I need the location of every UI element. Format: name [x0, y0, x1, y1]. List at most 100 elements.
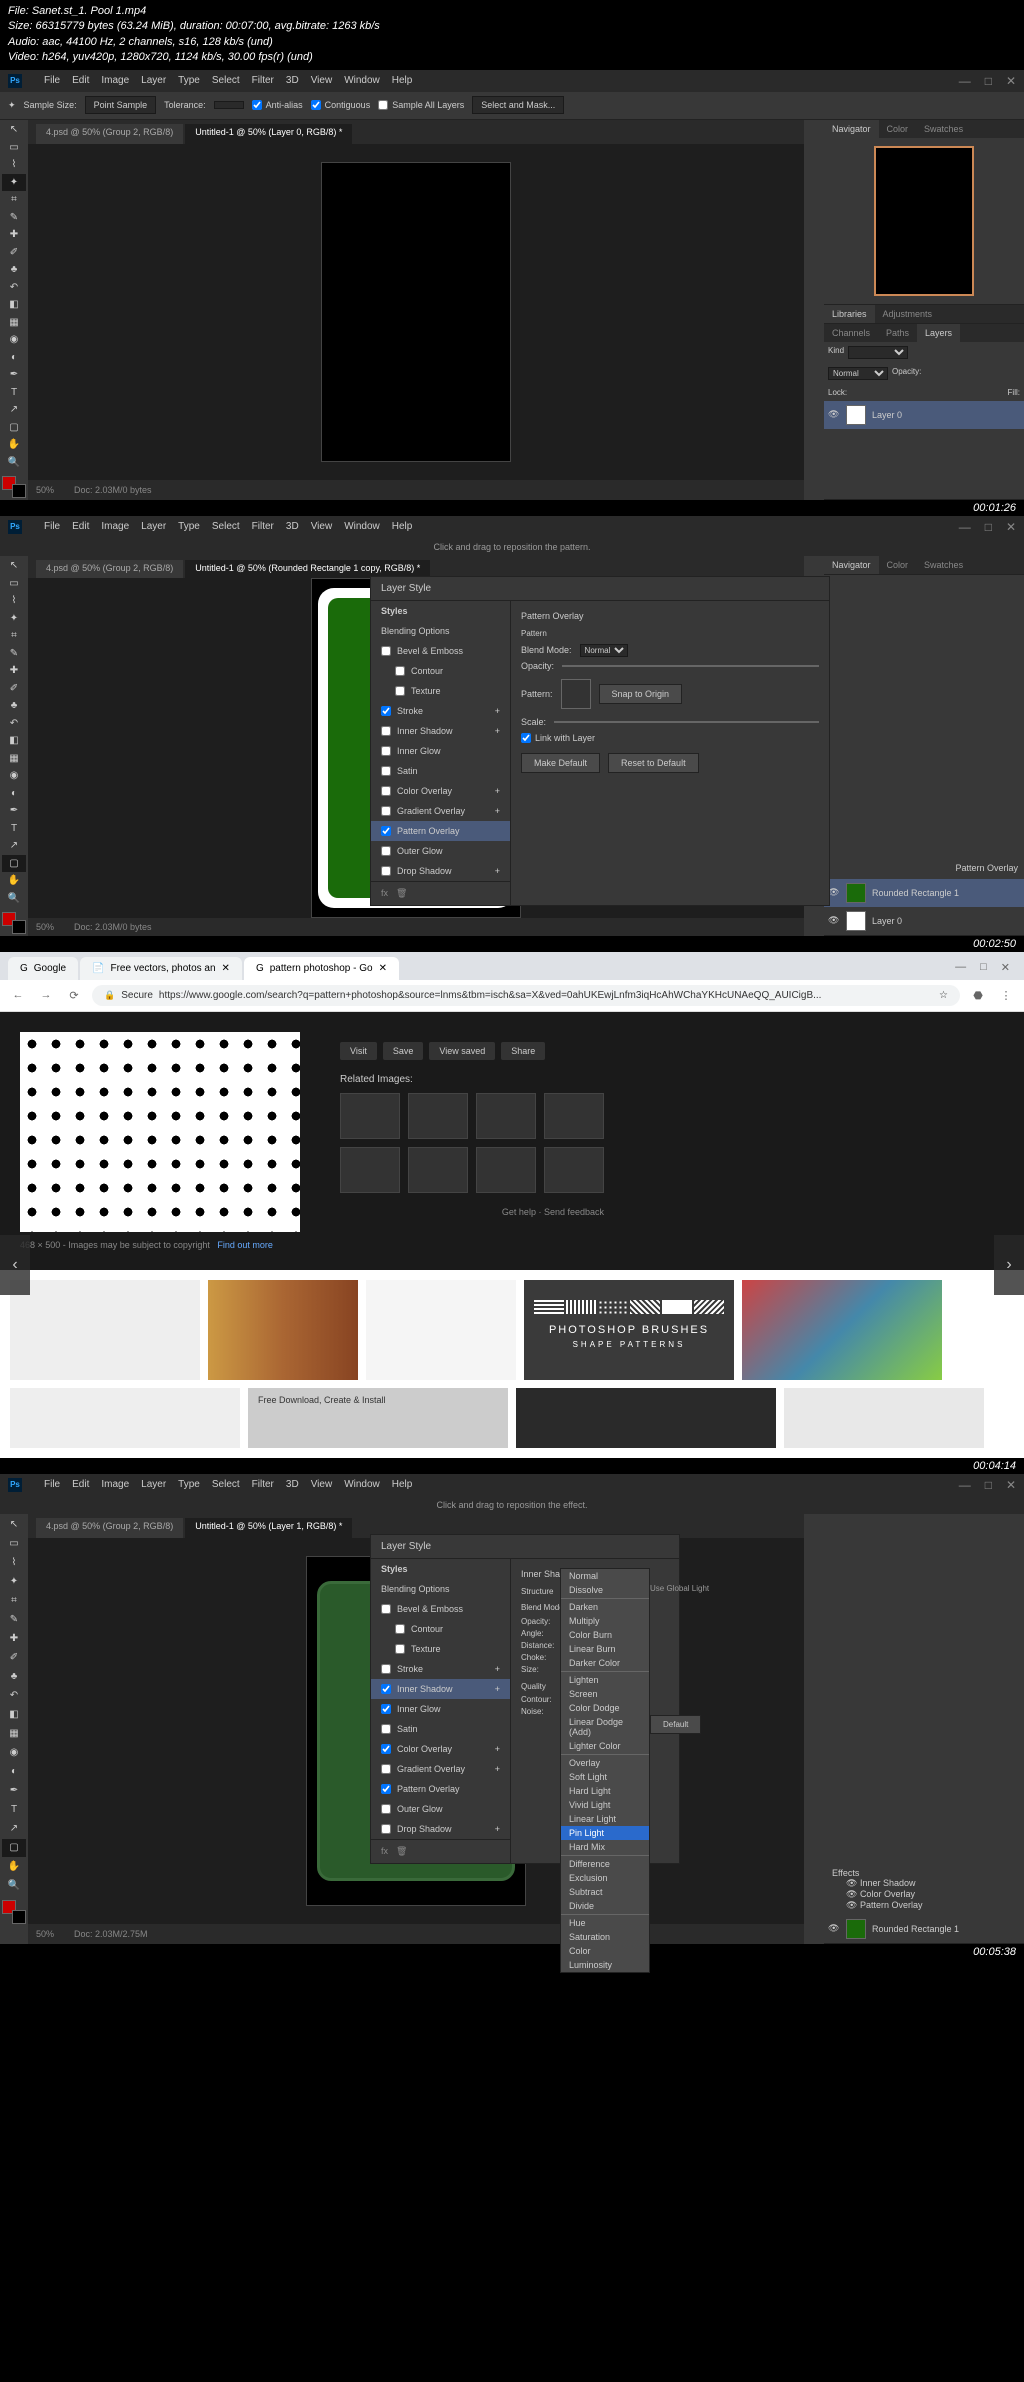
- lasso-tool[interactable]: ⌇: [2, 157, 26, 174]
- doc-tab-1[interactable]: 4.psd @ 50% (Group 2, RGB/8): [36, 124, 183, 144]
- color-swatches[interactable]: [2, 476, 26, 498]
- visibility-icon[interactable]: 👁: [828, 915, 840, 927]
- contour[interactable]: Contour: [371, 1619, 510, 1639]
- blend-mode-option[interactable]: Linear Burn: [561, 1642, 649, 1656]
- link-layer-checkbox[interactable]: Link with Layer: [521, 733, 819, 743]
- bevel-emboss[interactable]: Bevel & Emboss: [371, 641, 510, 661]
- minimize-icon[interactable]: —: [959, 74, 971, 88]
- inner-shadow[interactable]: Inner Shadow+: [371, 1679, 510, 1699]
- blend-mode-option[interactable]: Lighten: [561, 1673, 649, 1687]
- pen-tool[interactable]: ✒: [2, 1782, 26, 1800]
- adjustments-tab[interactable]: Adjustments: [875, 305, 941, 323]
- swatches-tab[interactable]: Swatches: [916, 556, 971, 574]
- blending-options[interactable]: Blending Options: [371, 1579, 510, 1599]
- blend-mode-option[interactable]: Divide: [561, 1899, 649, 1913]
- gradient-overlay[interactable]: Gradient Overlay+: [371, 801, 510, 821]
- close-tab-icon[interactable]: ✕: [379, 963, 387, 974]
- color-tab[interactable]: Color: [879, 120, 917, 138]
- blend-mode-option[interactable]: Soft Light: [561, 1770, 649, 1784]
- gradient-overlay[interactable]: Gradient Overlay+: [371, 1759, 510, 1779]
- view-saved-button[interactable]: View saved: [429, 1042, 495, 1060]
- menu-filter[interactable]: Filter: [252, 521, 274, 532]
- blend-mode-option[interactable]: Hard Mix: [561, 1840, 649, 1854]
- effect-pattern-overlay[interactable]: 👁 Pattern Overlay: [832, 1900, 1016, 1911]
- marquee-tool[interactable]: ▭: [2, 139, 26, 156]
- shape-tool[interactable]: ▢: [2, 855, 26, 872]
- eraser-tool[interactable]: ◧: [2, 1706, 26, 1724]
- blend-mode-option[interactable]: Luminosity: [561, 1958, 649, 1972]
- color-overlay[interactable]: Color Overlay+: [371, 781, 510, 801]
- maximize-icon[interactable]: □: [985, 520, 992, 534]
- hand-tool[interactable]: ✋: [2, 873, 26, 890]
- opacity-slider[interactable]: [562, 665, 819, 667]
- color-swatches[interactable]: [2, 912, 26, 934]
- snap-button[interactable]: Snap to Origin: [599, 684, 683, 704]
- eyedropper-tool[interactable]: ✎: [2, 1611, 26, 1629]
- document[interactable]: [321, 162, 511, 462]
- dodge-tool[interactable]: ◐: [2, 349, 26, 366]
- blend-mode-option[interactable]: Hard Light: [561, 1784, 649, 1798]
- healing-tool[interactable]: ✚: [2, 1630, 26, 1648]
- menu-select[interactable]: Select: [212, 521, 240, 532]
- gradient-tool[interactable]: ▦: [2, 1725, 26, 1743]
- blend-mode-option[interactable]: Screen: [561, 1687, 649, 1701]
- layer-row[interactable]: 👁 Layer 0: [824, 907, 1024, 935]
- menu-edit[interactable]: Edit: [72, 75, 89, 86]
- gallery-item[interactable]: [366, 1280, 516, 1380]
- layer-thumb[interactable]: [846, 405, 866, 425]
- crop-tool[interactable]: ⌗: [2, 628, 26, 645]
- zoom-level[interactable]: 50%: [36, 922, 54, 932]
- outer-glow[interactable]: Outer Glow: [371, 841, 510, 861]
- blend-mode-option[interactable]: Pin Light: [561, 1826, 649, 1840]
- sample-size-dropdown[interactable]: Point Sample: [85, 96, 157, 114]
- styles-header[interactable]: Styles: [371, 601, 510, 621]
- blend-mode-option[interactable]: Lighter Color: [561, 1739, 649, 1753]
- all-layers-checkbox[interactable]: Sample All Layers: [378, 100, 464, 110]
- contour[interactable]: Contour: [371, 661, 510, 681]
- layer-name[interactable]: Rounded Rectangle 1: [872, 888, 959, 898]
- stroke[interactable]: Stroke+: [371, 701, 510, 721]
- gallery-item-free-download[interactable]: Free Download, Create & Install: [248, 1388, 508, 1448]
- minimize-icon[interactable]: —: [955, 961, 966, 974]
- close-icon[interactable]: ✕: [1006, 1478, 1016, 1492]
- effect-inner-shadow[interactable]: 👁 Inner Shadow: [832, 1878, 1016, 1889]
- menu-type[interactable]: Type: [178, 75, 200, 86]
- menu-3d[interactable]: 3D: [286, 75, 299, 86]
- swatches-tab[interactable]: Swatches: [916, 120, 971, 138]
- gallery-item[interactable]: [10, 1388, 240, 1448]
- menu-view[interactable]: View: [311, 521, 333, 532]
- hand-tool[interactable]: ✋: [2, 437, 26, 454]
- star-icon[interactable]: ☆: [939, 990, 948, 1001]
- layer-name[interactable]: Rounded Rectangle 1: [872, 1924, 959, 1934]
- blend-mode-option[interactable]: Dissolve: [561, 1583, 649, 1597]
- related-thumb[interactable]: [408, 1147, 468, 1193]
- menu-type[interactable]: Type: [178, 1479, 200, 1490]
- eraser-tool[interactable]: ◧: [2, 733, 26, 750]
- menu-view[interactable]: View: [311, 1479, 333, 1490]
- blend-mode-option[interactable]: Darker Color: [561, 1656, 649, 1670]
- zoom-tool[interactable]: 🔍: [2, 1877, 26, 1895]
- gallery-item[interactable]: [784, 1388, 984, 1448]
- fx-icon[interactable]: fx: [381, 888, 388, 899]
- close-tab-icon[interactable]: ✕: [222, 963, 230, 974]
- blend-mode-option[interactable]: Difference: [561, 1857, 649, 1871]
- maximize-icon[interactable]: □: [985, 1478, 992, 1492]
- satin[interactable]: Satin: [371, 1719, 510, 1739]
- color-overlay[interactable]: Color Overlay+: [371, 1739, 510, 1759]
- move-tool[interactable]: ↖: [2, 1516, 26, 1534]
- menu-image[interactable]: Image: [101, 1479, 129, 1490]
- select-mask-button[interactable]: Select and Mask...: [472, 96, 564, 114]
- inner-glow[interactable]: Inner Glow: [371, 741, 510, 761]
- eyedropper-tool[interactable]: ✎: [2, 209, 26, 226]
- history-brush-tool[interactable]: ↶: [2, 715, 26, 732]
- wand-tool[interactable]: ✦: [2, 1573, 26, 1591]
- lasso-tool[interactable]: ⌇: [2, 1554, 26, 1572]
- related-thumb[interactable]: [476, 1147, 536, 1193]
- gradient-tool[interactable]: ▦: [2, 314, 26, 331]
- related-thumb[interactable]: [408, 1093, 468, 1139]
- menu-3d[interactable]: 3D: [286, 521, 299, 532]
- visibility-icon[interactable]: 👁: [828, 1923, 840, 1935]
- stroke[interactable]: Stroke+: [371, 1659, 510, 1679]
- styles-header[interactable]: Styles: [371, 1559, 510, 1579]
- dodge-tool[interactable]: ◐: [2, 785, 26, 802]
